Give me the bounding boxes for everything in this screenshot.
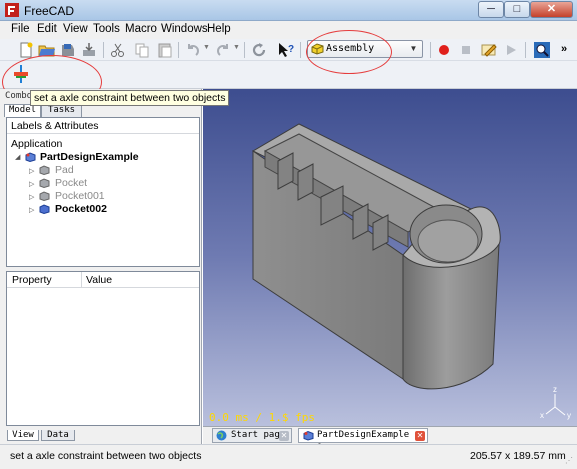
title-bar: FreeCAD ─ □ ✕	[0, 0, 577, 21]
axis-label-x: x	[540, 411, 544, 420]
window-title: FreeCAD	[24, 4, 75, 18]
3d-viewport[interactable]: z y x 0.0 ms / 1.$ fps	[203, 89, 577, 426]
combo-view-title: Combo	[5, 91, 33, 101]
undo-dropdown-icon[interactable]: ▼	[203, 44, 210, 51]
close-icon[interactable]: ✕	[415, 431, 425, 441]
menu-macro[interactable]: Macro	[125, 23, 157, 35]
svg-text:?: ?	[288, 44, 294, 55]
tree-root-application[interactable]: Application	[11, 138, 62, 150]
property-view: Property Value	[6, 271, 200, 426]
document-tabs: Start page ✕ PartDesignExample : 1 ✕	[203, 426, 577, 453]
column-divider[interactable]	[81, 272, 82, 288]
workbench-selected: Assembly	[326, 43, 375, 54]
menu-help[interactable]: Help	[207, 23, 231, 35]
tooltip: set a axle constraint between two object…	[30, 90, 230, 106]
globe-icon	[216, 430, 227, 441]
expand-arrow-icon[interactable]: ▷	[29, 206, 34, 214]
toolbar-separator	[178, 42, 179, 58]
workbench-selector[interactable]: Assembly ▼	[307, 40, 423, 58]
axis-label-z: z	[553, 385, 557, 394]
tab-partdesignexample[interactable]: PartDesignExample : 1 ✕	[298, 428, 428, 453]
tree-item-pocket002[interactable]: Pocket002	[55, 203, 107, 215]
collapse-arrow-icon[interactable]: ◢	[15, 153, 20, 161]
menu-windows[interactable]: Windows	[161, 23, 208, 35]
menu-bar: File Edit View Tools Macro Windows Help	[0, 21, 577, 39]
tree-item-pad[interactable]: Pad	[55, 164, 74, 176]
document-icon	[303, 430, 314, 441]
axis-label-y: y	[567, 411, 571, 420]
toolbar-separator	[525, 42, 526, 58]
menu-edit[interactable]: Edit	[37, 23, 57, 35]
chevron-down-icon: ▼	[409, 44, 418, 53]
menu-view[interactable]: View	[63, 23, 88, 35]
assembly-icon	[311, 43, 324, 55]
property-column-header[interactable]: Property	[12, 274, 52, 286]
minimize-button[interactable]: ─	[478, 1, 504, 18]
assembly-toolbar	[0, 61, 577, 89]
menu-file[interactable]: File	[11, 23, 30, 35]
pocket-feature-icon	[39, 204, 50, 214]
tab-start-page[interactable]: Start page ✕	[212, 428, 292, 443]
save-as-icon[interactable]	[80, 41, 98, 59]
edit-macro-icon[interactable]	[480, 41, 498, 59]
tab-start-page-label: Start page	[231, 430, 286, 440]
cut-icon[interactable]	[109, 41, 127, 59]
copy-icon[interactable]	[133, 41, 151, 59]
new-document-icon[interactable]	[17, 41, 35, 59]
undo-icon[interactable]	[184, 41, 202, 59]
expand-arrow-icon[interactable]: ▷	[29, 193, 34, 201]
status-dimensions: 205.57 x 189.57 mm	[470, 450, 566, 462]
status-bar: set a axle constraint between two object…	[0, 444, 577, 469]
open-folder-icon[interactable]	[38, 41, 56, 59]
freecad-logo-icon	[5, 3, 19, 17]
record-macro-icon[interactable]	[435, 41, 453, 59]
combo-view: Combo Model Tasks Labels & Attributes Ap…	[0, 89, 202, 444]
model-tree: Labels & Attributes Application ◢ PartDe…	[6, 117, 200, 267]
run-macro-icon[interactable]	[502, 41, 520, 59]
tab-data[interactable]: Data	[41, 430, 75, 441]
fps-counter: 0.0 ms / 1.$ fps	[209, 411, 315, 424]
save-icon[interactable]	[59, 41, 77, 59]
paste-icon[interactable]	[156, 41, 174, 59]
property-header: Property Value	[7, 272, 199, 288]
toolbar-separator	[103, 42, 104, 58]
pocket-feature-icon	[39, 178, 50, 188]
toolbar-separator	[430, 42, 431, 58]
zoom-icon[interactable]	[533, 41, 551, 59]
tree-item-partdesignexample[interactable]: PartDesignExample	[40, 151, 139, 163]
stop-macro-icon[interactable]	[457, 41, 475, 59]
expand-arrow-icon[interactable]: ▷	[29, 167, 34, 175]
value-column-header[interactable]: Value	[86, 274, 112, 286]
redo-icon[interactable]	[214, 41, 232, 59]
close-icon[interactable]: ✕	[279, 431, 289, 441]
close-button[interactable]: ✕	[530, 1, 573, 18]
tree-item-pocket001[interactable]: Pocket001	[55, 190, 105, 202]
toolbar-overflow-button[interactable]: »	[561, 43, 567, 55]
tab-view[interactable]: View	[7, 430, 39, 441]
tree-header: Labels & Attributes	[7, 118, 199, 134]
redo-dropdown-icon[interactable]: ▼	[233, 44, 240, 51]
pad-feature-icon	[39, 165, 50, 175]
toolbar-separator	[244, 42, 245, 58]
maximize-button[interactable]: □	[504, 1, 530, 18]
axis-cross-icon	[545, 394, 566, 416]
part-model-render	[251, 123, 566, 416]
toolbar-separator	[300, 42, 301, 58]
axle-constraint-icon[interactable]	[11, 64, 31, 84]
main-toolbar: ▼ ▼ ? Assembly ▼ »	[0, 39, 577, 61]
status-message: set a axle constraint between two object…	[10, 450, 202, 462]
whats-this-icon[interactable]: ?	[277, 41, 295, 59]
resize-grip-icon[interactable]: ⋰	[565, 456, 573, 465]
document-icon	[25, 152, 36, 162]
expand-arrow-icon[interactable]: ▷	[29, 180, 34, 188]
refresh-icon[interactable]	[250, 41, 268, 59]
tree-item-pocket[interactable]: Pocket	[55, 177, 87, 189]
menu-tools[interactable]: Tools	[93, 23, 120, 35]
pocket-feature-icon	[39, 191, 50, 201]
